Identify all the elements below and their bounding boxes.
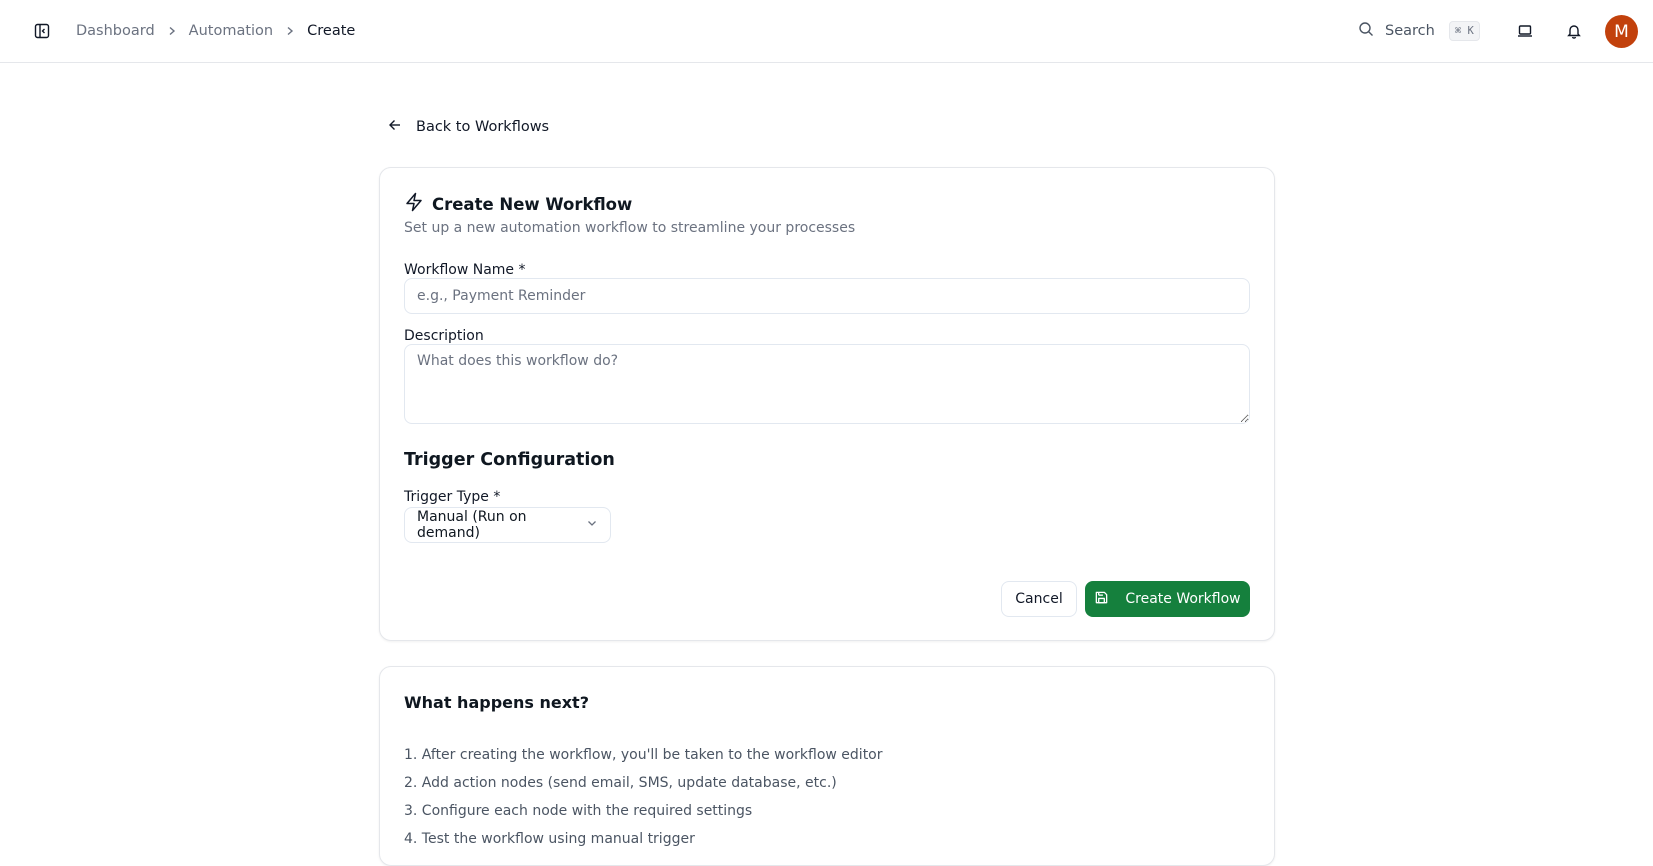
arrow-left-icon xyxy=(388,118,402,136)
chevron-right-icon xyxy=(285,26,295,36)
search-shortcut: ⌘ K xyxy=(1448,21,1480,41)
sidebar-toggle-icon[interactable] xyxy=(32,21,52,41)
back-to-workflows-link[interactable]: Back to Workflows xyxy=(388,117,549,137)
workflow-name-input[interactable] xyxy=(404,278,1250,314)
breadcrumb-current: Create xyxy=(307,23,356,39)
avatar[interactable]: M xyxy=(1605,15,1638,48)
bell-icon[interactable] xyxy=(1563,20,1585,42)
breadcrumb: Dashboard Automation Create xyxy=(76,20,355,42)
top-bar: Dashboard Automation Create Search ⌘ K M xyxy=(0,0,1653,63)
search-icon xyxy=(1358,21,1374,41)
back-link-label: Back to Workflows xyxy=(416,119,550,135)
breadcrumb-dashboard[interactable]: Dashboard xyxy=(76,23,155,39)
search-label: Search xyxy=(1385,23,1435,39)
inbox-icon[interactable] xyxy=(1514,20,1536,42)
create-workflow-button[interactable]: Create Workflow xyxy=(1085,581,1250,617)
card-title: Create New Workflow xyxy=(404,192,632,216)
trigger-type-select[interactable]: Manual (Run on demand) xyxy=(404,507,611,543)
next-steps-list: 1. After creating the workflow, you'll b… xyxy=(404,745,883,857)
workflow-name-label: Workflow Name * xyxy=(404,262,526,278)
create-workflow-card: Create New Workflow Set up a new automat… xyxy=(379,167,1275,641)
list-item: 2. Add action nodes (send email, SMS, up… xyxy=(404,775,837,791)
description-label: Description xyxy=(404,328,484,344)
search-button[interactable]: Search ⌘ K xyxy=(1358,18,1480,44)
breadcrumb-automation[interactable]: Automation xyxy=(189,23,273,39)
chevron-down-icon xyxy=(586,517,598,533)
trigger-section-title: Trigger Configuration xyxy=(404,450,615,470)
next-steps-title: What happens next? xyxy=(404,693,589,712)
trigger-type-label: Trigger Type * xyxy=(404,489,501,505)
form-subtitle: Set up a new automation workflow to stre… xyxy=(404,220,856,236)
cancel-button[interactable]: Cancel xyxy=(1001,581,1077,617)
description-textarea[interactable] xyxy=(404,344,1250,424)
list-item: 1. After creating the workflow, you'll b… xyxy=(404,747,883,763)
chevron-right-icon xyxy=(167,26,177,36)
create-workflow-label: Create Workflow xyxy=(1125,591,1241,607)
list-item: 3. Configure each node with the required… xyxy=(404,803,753,819)
save-icon xyxy=(1094,590,1109,609)
next-steps-card: What happens next? 1. After creating the… xyxy=(379,666,1275,866)
list-item: 4. Test the workflow using manual trigge… xyxy=(404,831,695,847)
form-title: Create New Workflow xyxy=(432,194,633,214)
trigger-type-value: Manual (Run on demand) xyxy=(417,509,527,541)
lightning-icon xyxy=(404,192,424,216)
